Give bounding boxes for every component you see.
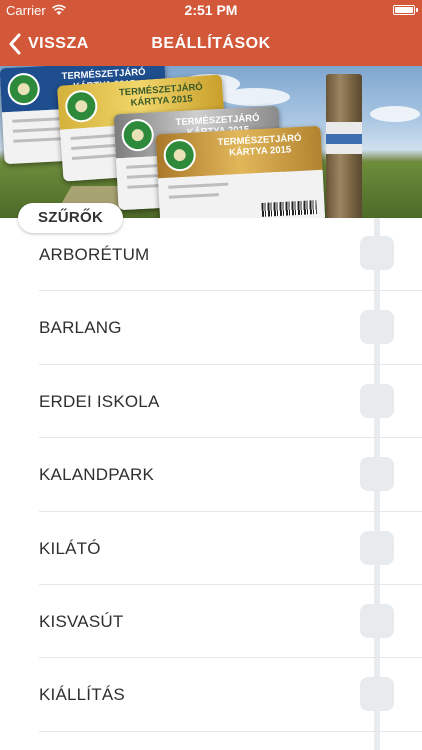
filter-item-label: KIÁLLÍTÁS (39, 685, 125, 705)
filter-toggle[interactable] (360, 677, 394, 712)
filter-item-label: KISVASÚT (39, 611, 124, 631)
membership-card-gold: TERMÉSZETJÁRÓ KÁRTYA 2015 (155, 125, 326, 218)
filter-toggle[interactable] (360, 603, 394, 638)
filter-item-barlang[interactable]: BARLANG (0, 291, 422, 365)
filter-item-label: BARLANG (39, 318, 122, 338)
filter-item-kisvasut[interactable]: KISVASÚT (0, 585, 422, 659)
filter-item-label: ERDEI ISKOLA (39, 391, 160, 411)
filter-item-kalandpark[interactable]: KALANDPARK (0, 438, 422, 512)
trail-marker-post (326, 74, 362, 218)
filter-item-kilato[interactable]: KILÁTÓ (0, 512, 422, 585)
nav-bar: VISSZA BEÁLLÍTÁSOK (0, 22, 422, 66)
battery-icon (393, 5, 415, 15)
status-time: 2:51 PM (184, 2, 238, 18)
status-bar: Carrier 2:51 PM (0, 0, 422, 22)
filter-toggle[interactable] (360, 236, 394, 270)
filter-toggle[interactable] (360, 530, 394, 565)
filter-list: ARBORÉTUM BARLANG ERDEI ISKOLA KALANDPAR… (0, 218, 422, 732)
battery-tip (416, 8, 418, 12)
separator (39, 730, 422, 732)
filter-toggle[interactable] (360, 383, 394, 418)
filter-item-kiallitas[interactable]: KIÁLLÍTÁS (0, 658, 422, 732)
hero-banner-image: TERMÉSZETJÁRÓ KÁRTYA 2015 TERMÉSZETJÁRÓ … (0, 66, 422, 218)
filter-item-erdei-iskola[interactable]: ERDEI ISKOLA (0, 365, 422, 439)
filter-toggle[interactable] (360, 457, 394, 492)
page-title: BEÁLLÍTÁSOK (151, 35, 271, 52)
cloud (220, 88, 290, 106)
filters-section-header: SZŰRŐK (18, 203, 124, 233)
cloud (370, 106, 420, 122)
filter-item-label: KALANDPARK (39, 465, 155, 485)
barcode (261, 200, 317, 217)
filter-toggle[interactable] (360, 310, 394, 345)
filter-item-label: KILÁTÓ (39, 538, 101, 558)
